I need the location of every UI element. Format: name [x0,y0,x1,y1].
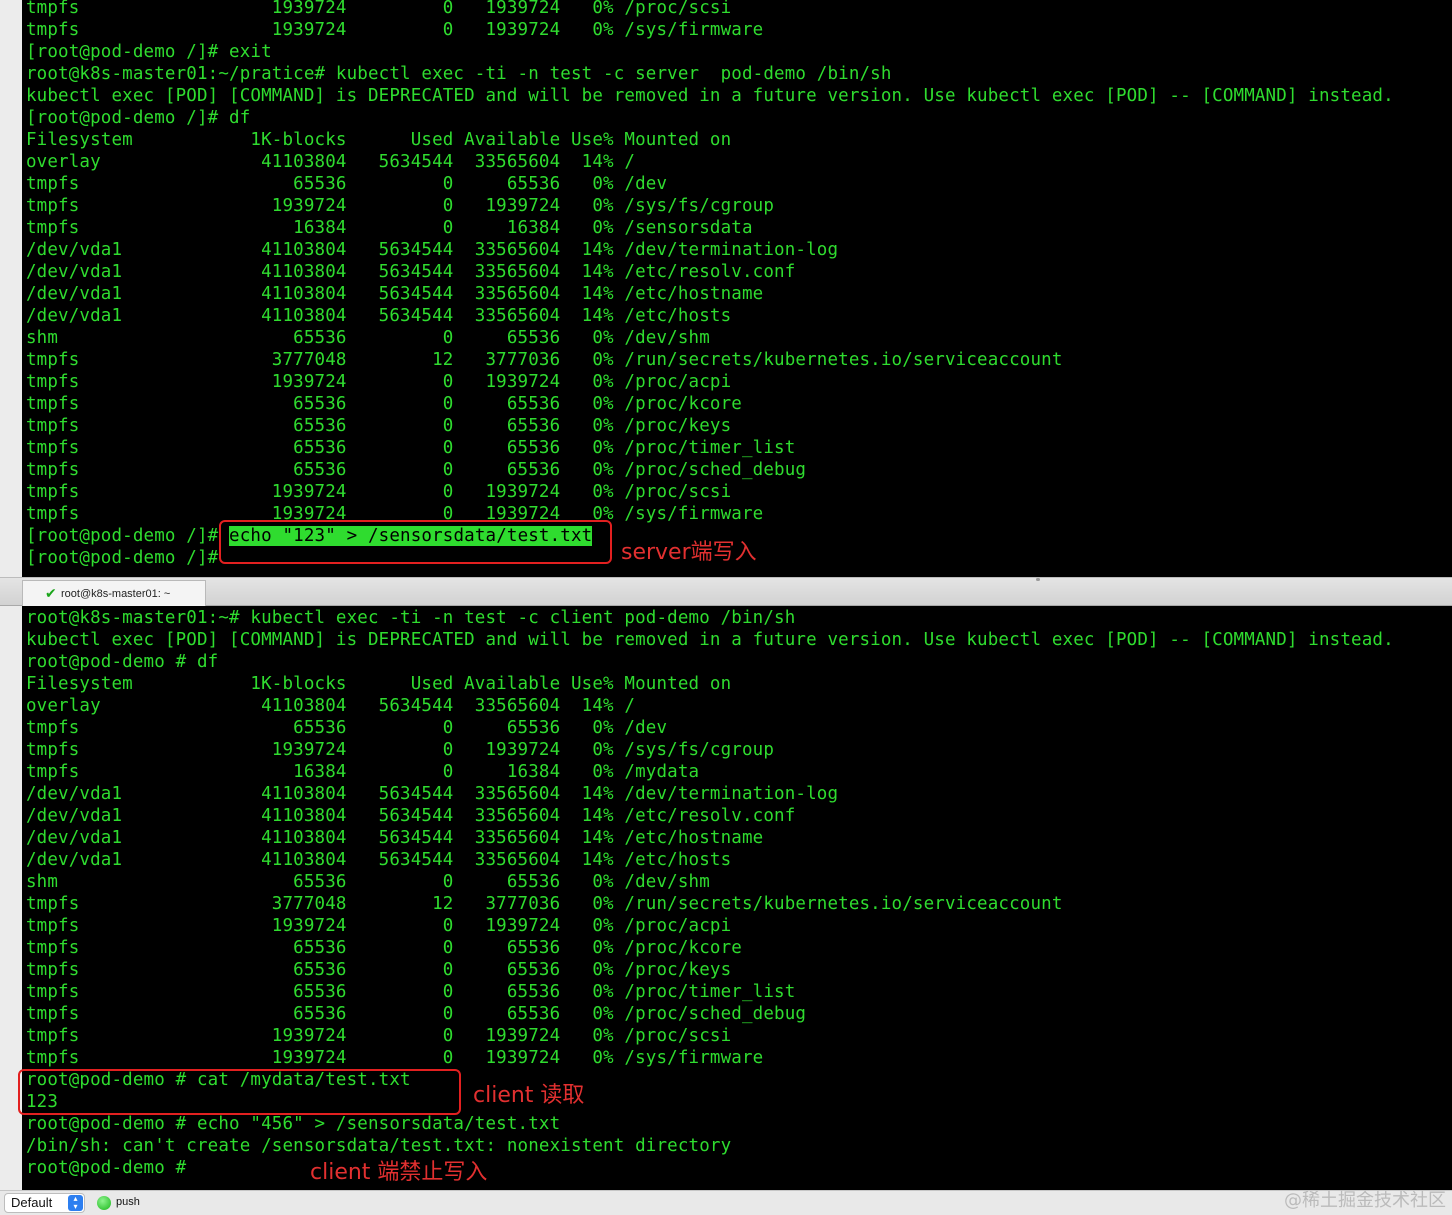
terminal-line: tmpfs 65536 0 65536 0% /dev [26,718,668,738]
terminal-line: tmpfs 3777048 12 3777036 0% /run/secrets… [26,894,1063,914]
terminal-line: tmpfs 65536 0 65536 0% /proc/keys [26,960,732,980]
terminal-line-prompt: root@pod-demo # [26,1158,197,1178]
terminal-line: root@k8s-master01:~/pratice# kubectl exe… [26,64,892,84]
chevron-updown-icon: ▴ ▾ [68,1195,83,1211]
terminal-line: tmpfs 65536 0 65536 0% /proc/sched_debug [26,1004,807,1024]
terminal-line: tmpfs 65536 0 65536 0% /proc/timer_list [26,438,796,458]
terminal-pane-server[interactable]: tmpfs 1939724 0 1939724 0% /proc/scsi tm… [22,0,1452,577]
annotation-box-server-write [219,520,612,564]
annotation-client-denied: client 端禁止写入 [310,1160,488,1185]
terminal-line: /dev/vda1 41103804 5634544 33565604 14% … [26,262,796,282]
terminal-line: kubectl exec [POD] [COMMAND] is DEPRECAT… [26,86,1394,106]
terminal-line: overlay 41103804 5634544 33565604 14% / [26,696,636,716]
profile-select[interactable]: Default ▴ ▾ [4,1193,85,1213]
terminal-line: root@k8s-master01:~# kubectl exec -ti -n… [26,608,796,628]
terminal-line: /dev/vda1 41103804 5634544 33565604 14% … [26,240,839,260]
terminal-line: shm 65536 0 65536 0% /dev/shm [26,872,710,892]
terminal-line: tmpfs 65536 0 65536 0% /proc/sched_debug [26,460,807,480]
terminal-line: tmpfs 1939724 0 1939724 0% /proc/scsi [26,482,732,502]
terminal-line: tmpfs 65536 0 65536 0% /proc/keys [26,416,732,436]
terminal-line: tmpfs 1939724 0 1939724 0% /sys/firmware [26,1048,764,1068]
terminal-line: tmpfs 1939724 0 1939724 0% /proc/acpi [26,916,732,936]
terminal-line: tmpfs 65536 0 65536 0% /dev [26,174,668,194]
terminal-line: tmpfs 1939724 0 1939724 0% /sys/fs/cgrou… [26,740,775,760]
terminal-line: /dev/vda1 41103804 5634544 33565604 14% … [26,850,732,870]
terminal-line: root@pod-demo # df [26,652,219,672]
terminal-line: tmpfs 65536 0 65536 0% /proc/kcore [26,938,742,958]
shell-prompt: [root@pod-demo /]# [26,526,230,546]
terminal-line: overlay 41103804 5634544 33565604 14% / [26,152,636,172]
terminal-line: tmpfs 1939724 0 1939724 0% /sys/firmware [26,20,764,40]
status-bar: Default ▴ ▾ push [0,1190,1452,1215]
terminal-line: /dev/vda1 41103804 5634544 33565604 14% … [26,306,732,326]
terminal-line: [root@pod-demo /]# df [26,108,251,128]
terminal-line: Filesystem 1K-blocks Used Available Use%… [26,674,732,694]
push-label[interactable]: push [116,1196,140,1208]
terminal-line: root@pod-demo # echo "456" > /sensorsdat… [26,1114,561,1134]
terminal-line: tmpfs 1939724 0 1939724 0% /sys/fs/cgrou… [26,196,775,216]
pane-splitter-handle[interactable] [1036,578,1040,581]
tab-label: root@k8s-master01: ~ [61,587,171,600]
terminal-line: Filesystem 1K-blocks Used Available Use%… [26,130,732,150]
terminal-line: tmpfs 65536 0 65536 0% /proc/timer_list [26,982,796,1002]
terminal-line: tmpfs 3777048 12 3777036 0% /run/secrets… [26,350,1063,370]
terminal-line: [root@pod-demo /]# exit [26,42,272,62]
terminal-line: tmpfs 1939724 0 1939724 0% /proc/scsi [26,0,732,18]
watermark: @稀土掘金技术社区 [1284,1190,1446,1211]
terminal-line: tmpfs 16384 0 16384 0% /sensorsdata [26,218,753,238]
terminal-line: kubectl exec [POD] [COMMAND] is DEPRECAT… [26,630,1394,650]
terminal-line: tmpfs 16384 0 16384 0% /mydata [26,762,700,782]
status-dot-icon [97,1196,111,1210]
terminal-line: tmpfs 1939724 0 1939724 0% /proc/acpi [26,372,732,392]
terminal-line: /dev/vda1 41103804 5634544 33565604 14% … [26,806,796,826]
terminal-line: /dev/vda1 41103804 5634544 33565604 14% … [26,784,839,804]
annotation-client-read: client 读取 [473,1083,585,1108]
tab-bar: ✔ root@k8s-master01: ~ [0,577,1452,606]
terminal-line: tmpfs 1939724 0 1939724 0% /proc/scsi [26,1026,732,1046]
annotation-box-client-read [18,1069,461,1115]
terminal-line: /bin/sh: can't create /sensorsdata/test.… [26,1136,732,1156]
terminal-line: /dev/vda1 41103804 5634544 33565604 14% … [26,284,764,304]
profile-select-value: Default [11,1195,53,1210]
annotation-server-write: server端写入 [621,540,757,565]
terminal-line: tmpfs 65536 0 65536 0% /proc/kcore [26,394,742,414]
tab-terminal-session[interactable]: ✔ root@k8s-master01: ~ [22,580,206,606]
terminal-line: /dev/vda1 41103804 5634544 33565604 14% … [26,828,764,848]
terminal-line: shm 65536 0 65536 0% /dev/shm [26,328,710,348]
terminal-output: tmpfs 1939724 0 1939724 0% /proc/scsi tm… [26,0,1394,569]
checkmark-icon: ✔ [45,586,57,602]
